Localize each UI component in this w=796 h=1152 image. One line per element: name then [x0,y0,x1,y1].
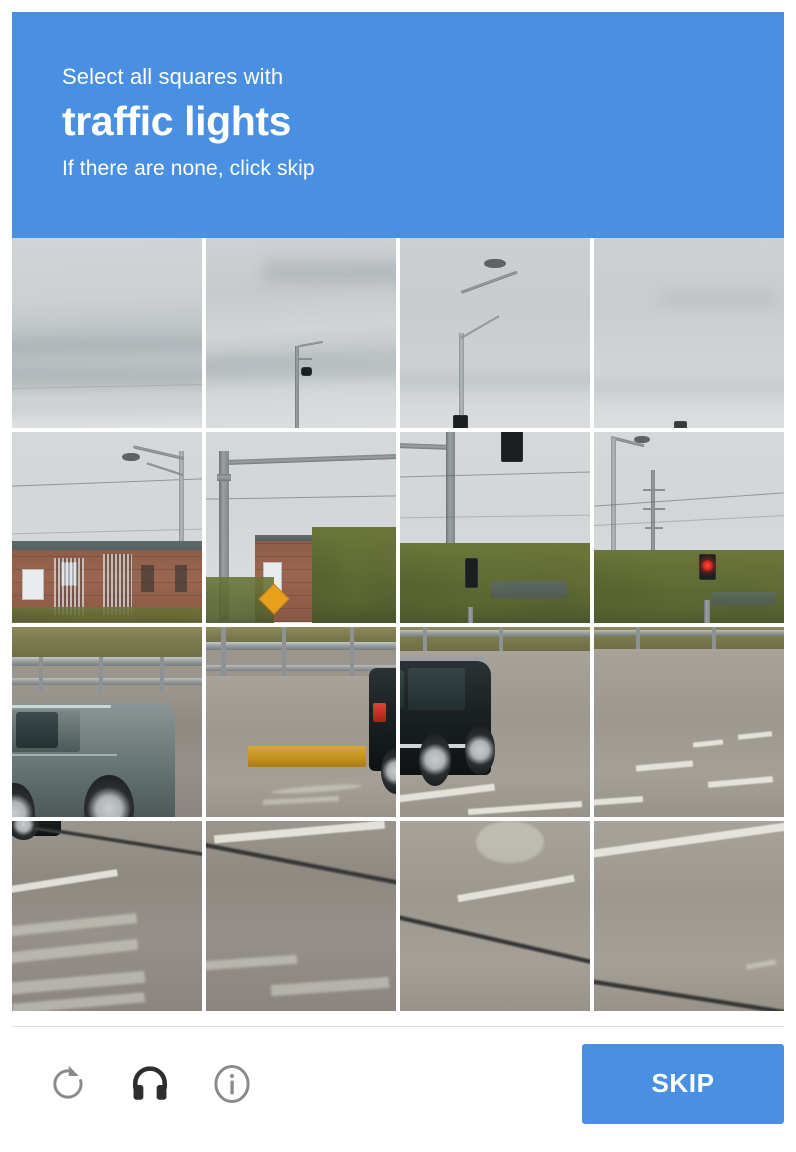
yellow-curb-median [248,746,366,767]
tile-image-r2c3 [400,432,590,622]
grid-cell-r3c4[interactable] [594,627,784,817]
headphones-icon [129,1063,171,1105]
faded-arrow-marking [476,821,544,863]
tile-image-r4c3 [400,821,590,1011]
traffic-light-head-secondary [465,558,478,588]
tile-image-r1c3 [400,238,590,428]
grid-cell-r2c3[interactable] [400,432,590,622]
grid-cell-r1c2[interactable] [206,238,396,428]
grid-cell-r1c1[interactable] [12,238,202,428]
audio-button[interactable] [124,1058,176,1110]
grid-cell-r1c4[interactable] [594,238,784,428]
tile-image-r3c2 [206,627,396,817]
grid-cell-r4c1[interactable] [12,821,202,1011]
grid-cell-r4c2[interactable] [206,821,396,1011]
info-button[interactable] [206,1058,258,1110]
tile-image-r2c1 [12,432,202,622]
traffic-light-head-main [501,432,523,462]
tile-image-r2c4 [594,432,784,622]
tile-image-r3c1 [12,627,202,817]
red-light-indicator [702,560,713,571]
grid-cell-r4c4[interactable] [594,821,784,1011]
grid-cell-r3c2[interactable] [206,627,396,817]
grid-cell-r2c1[interactable] [12,432,202,622]
street-light-pole [459,333,464,428]
captcha-widget: Select all squares with traffic lights I… [12,12,784,1140]
skip-button[interactable]: SKIP [582,1044,784,1124]
grid-cell-r3c3[interactable] [400,627,590,817]
grid-cell-r2c4[interactable] [594,432,784,622]
camera-cross-arm [299,341,323,347]
tile-image-r1c4 [594,238,784,428]
info-icon [211,1063,253,1105]
reload-button[interactable] [42,1058,94,1110]
challenge-image-grid [12,238,784,1011]
grid-cell-r1c3[interactable] [400,238,590,428]
target-object-label: traffic lights [62,95,784,147]
captcha-footer: SKIP [12,1027,784,1140]
grid-cell-r3c1[interactable] [12,627,202,817]
tile-image-r1c2 [206,238,396,428]
instruction-suffix: If there are none, click skip [62,156,784,181]
signal-mast-arm [221,454,396,465]
signal-head-top-r1c4 [674,421,687,429]
captcha-header: Select all squares with traffic lights I… [12,12,784,238]
tile-image-r4c4 [594,821,784,1011]
instruction-prefix: Select all squares with [62,64,784,90]
tile-image-r3c4 [594,627,784,817]
tile-image-r4c2 [206,821,396,1011]
signal-head-top-r1c3 [453,415,468,428]
cctv-camera [301,367,312,376]
grid-cell-r2c2[interactable] [206,432,396,622]
tile-image-r1c1 [12,238,202,428]
street-light-mast-arm [460,271,517,294]
street-lamp-luminaire [484,259,506,268]
tile-image-r4c1 [12,821,202,1011]
tile-image-r2c2 [206,432,396,622]
tile-image-r3c3 [400,627,590,817]
reload-icon [47,1063,89,1105]
grid-cell-r4c3[interactable] [400,821,590,1011]
